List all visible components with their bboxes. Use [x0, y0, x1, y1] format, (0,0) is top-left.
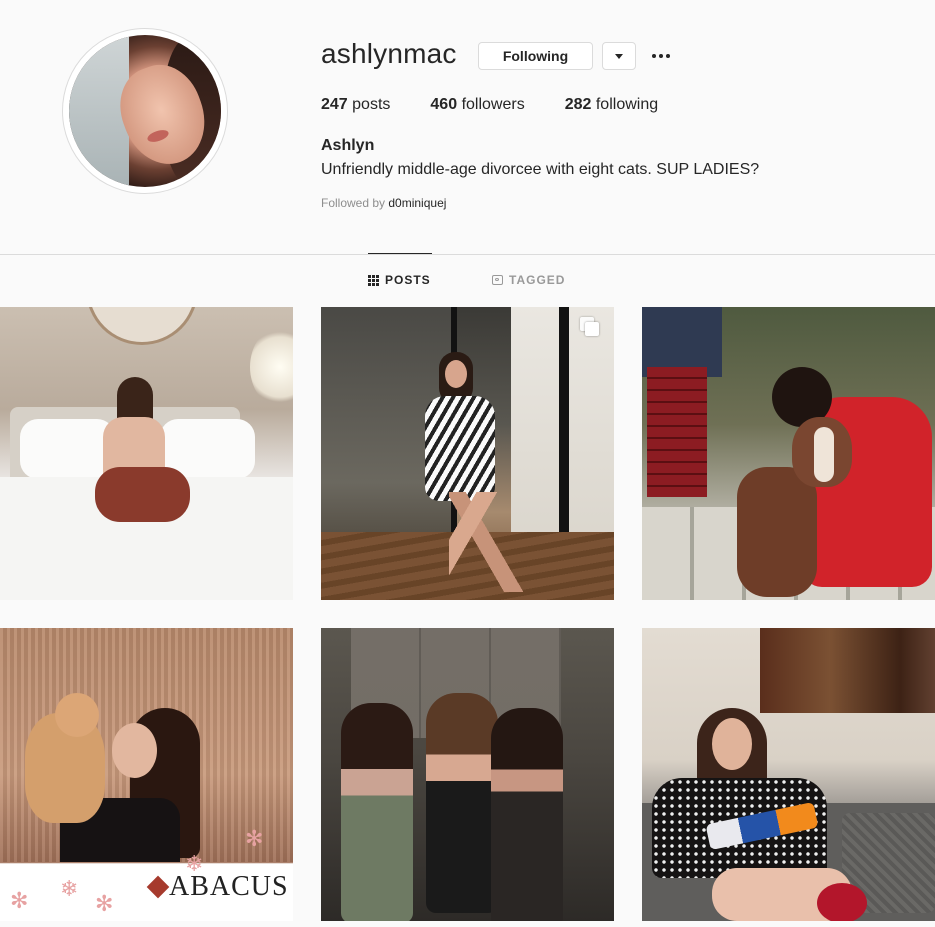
post-thumbnail[interactable]	[321, 628, 614, 921]
tag-icon	[492, 275, 503, 285]
followers-stat[interactable]: 460 followers	[430, 96, 524, 114]
tab-tagged-label: TAGGED	[509, 273, 566, 287]
tabs-divider	[0, 254, 935, 255]
post-thumbnail[interactable]	[642, 628, 935, 921]
posts-stat: 247 posts	[321, 96, 391, 113]
grid-icon	[368, 274, 379, 286]
active-tab-indicator	[368, 253, 432, 254]
suggested-dropdown-button[interactable]	[602, 42, 636, 70]
more-options-button[interactable]	[648, 44, 674, 68]
profile-full-name: Ashlyn	[321, 137, 375, 154]
tab-posts[interactable]: POSTS	[368, 273, 431, 287]
abacus-logo: ABACUS	[146, 871, 289, 903]
followed-by-user-link[interactable]: d0miniquej	[388, 196, 446, 210]
more-dots-icon	[652, 54, 656, 58]
avatar[interactable]	[69, 35, 221, 187]
carousel-icon	[580, 317, 600, 337]
post-thumbnail[interactable]: ✻ ❄ ✻ ❄ ✻ ABACUS	[0, 628, 293, 921]
following-stat[interactable]: 282 following	[565, 96, 658, 114]
following-button[interactable]: Following	[478, 42, 593, 70]
profile-bio: Unfriendly middle-age divorcee with eigh…	[321, 161, 760, 178]
profile-username: ashlynmac	[321, 38, 457, 69]
followed-by: Followed by d0miniquej	[321, 196, 447, 210]
tab-tagged[interactable]: TAGGED	[492, 273, 565, 287]
tab-posts-label: POSTS	[385, 273, 431, 287]
post-thumbnail[interactable]	[0, 307, 293, 600]
post-thumbnail[interactable]	[642, 307, 935, 600]
profile-stats: 247 posts 460 followers 282 following	[321, 96, 698, 114]
post-thumbnail[interactable]	[321, 307, 614, 600]
chevron-down-icon	[615, 53, 623, 59]
